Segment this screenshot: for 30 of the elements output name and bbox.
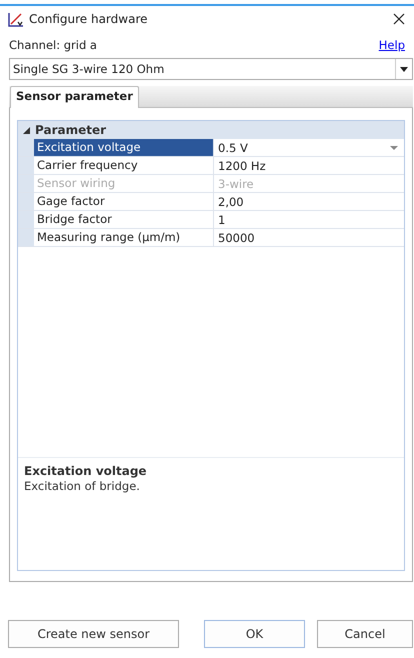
property-row[interactable]: Measuring range (µm/m) 50000 xyxy=(18,229,404,247)
description-text: Excitation of bridge. xyxy=(24,479,141,493)
property-row[interactable]: Gage factor 2,00 xyxy=(18,193,404,211)
property-name[interactable]: Measuring range (µm/m) xyxy=(34,229,214,246)
property-name[interactable]: Excitation voltage xyxy=(34,139,214,156)
help-link[interactable]: Help xyxy=(378,38,405,52)
property-value[interactable]: 1 xyxy=(218,212,226,226)
description-title: Excitation voltage xyxy=(24,464,148,478)
dialog-button[interactable]: Create new sensor xyxy=(8,620,179,648)
property-value: 3-wire xyxy=(218,176,254,190)
property-name[interactable]: Bridge factor xyxy=(34,211,214,228)
dialog-button[interactable]: Cancel xyxy=(317,620,413,648)
tab[interactable]: Sensor parameter xyxy=(10,86,139,108)
property-row[interactable]: Excitation voltage 0.5 V xyxy=(18,139,404,157)
app-icon xyxy=(8,11,24,27)
dialog-button[interactable]: OK xyxy=(204,620,305,648)
category-label: Parameter xyxy=(35,123,106,137)
collapse-icon[interactable] xyxy=(23,126,30,134)
window-title: Configure hardware xyxy=(29,12,148,26)
property-row[interactable]: Bridge factor 1 xyxy=(18,211,404,229)
close-icon[interactable] xyxy=(393,13,405,25)
property-value[interactable]: 50000 xyxy=(218,230,255,244)
channel-label: Channel: grid a xyxy=(9,38,97,52)
property-value[interactable]: 2,00 xyxy=(218,194,244,208)
property-row[interactable]: Carrier frequency 1200 Hz xyxy=(18,157,404,175)
property-value[interactable]: 0.5 V xyxy=(218,140,248,154)
property-name[interactable]: Carrier frequency xyxy=(34,157,214,174)
property-name[interactable]: Gage factor xyxy=(34,193,214,210)
property-value[interactable]: 1200 Hz xyxy=(218,158,266,172)
sensor-dropdown[interactable]: Single SG 3-wire 120 Ohm xyxy=(9,58,413,80)
